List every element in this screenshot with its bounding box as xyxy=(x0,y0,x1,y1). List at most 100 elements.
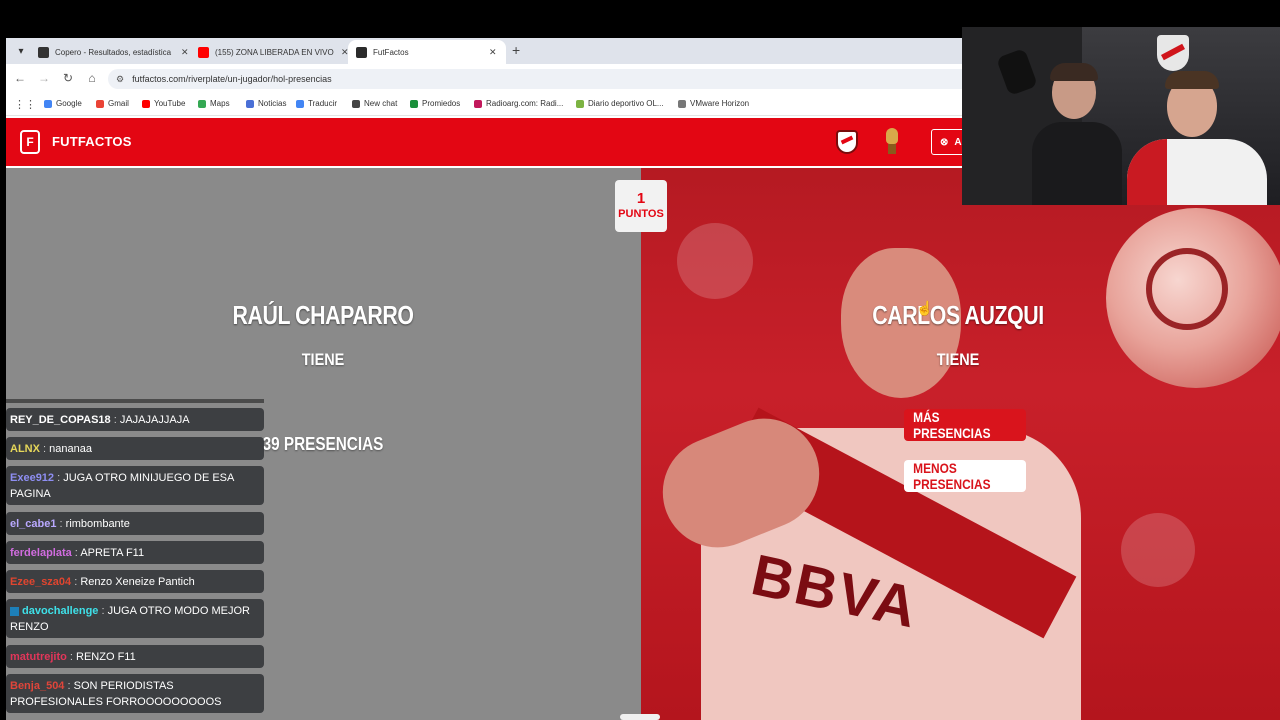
right-player-panel: BBVA CARLOS AUZQUI TIENE MÁS PRESENCIAS … xyxy=(641,168,1280,720)
bookmark-label: Promiedos xyxy=(422,99,461,108)
river-flag-icon xyxy=(1157,35,1189,71)
screen: ▾ Copero - Resultados, estadística ✕ (15… xyxy=(0,0,1280,720)
bookmark-new-chat[interactable]: New chat xyxy=(352,99,397,108)
chat-text: RENZO F11 xyxy=(76,651,136,663)
left-player-verb: TIENE xyxy=(301,350,345,369)
chat-icon xyxy=(352,99,360,108)
trophy-icon[interactable] xyxy=(886,128,898,156)
bookmark-maps[interactable]: Maps xyxy=(198,99,230,108)
youtube-favicon-icon xyxy=(198,46,209,58)
chat-message: el_cabe1 : rimbombante xyxy=(6,512,264,535)
youtube-icon xyxy=(142,99,150,108)
address-bar[interactable]: ⚙ futfactos.com/riverplate/un-jugador/ho… xyxy=(108,69,1008,89)
vmware-icon xyxy=(678,99,686,108)
new-tab-icon[interactable]: + xyxy=(512,42,520,58)
stream-chat: REY_DE_COPAS18 : JAJAJAJJAJA ALNX : nana… xyxy=(6,399,264,720)
bookmark-vmware[interactable]: VMware Horizon xyxy=(678,99,749,108)
tab-title: Copero - Resultados, estadística xyxy=(55,47,172,57)
river-crest-icon[interactable] xyxy=(836,130,858,154)
streamer-left xyxy=(1032,63,1122,205)
chat-message: ALNX : nananaa xyxy=(6,437,264,460)
bookmark-gmail[interactable]: Gmail xyxy=(96,99,129,108)
tab-title: (155) ZONA LIBERADA EN VIVO xyxy=(215,47,334,57)
close-tab-icon[interactable]: ✕ xyxy=(181,47,189,58)
reload-icon[interactable]: ↻ xyxy=(60,71,76,85)
bookmark-label: YouTube xyxy=(154,99,186,108)
chat-username: ALNX xyxy=(10,443,40,455)
more-appearances-button[interactable]: MÁS PRESENCIAS xyxy=(904,409,1026,441)
chat-message: davochallenge : JUGA OTRO MODO MEJOR REN… xyxy=(6,599,264,638)
futfactos-logo-icon[interactable]: F xyxy=(20,130,40,154)
tab-futfactos[interactable]: FutFactos ✕ xyxy=(348,40,506,64)
points-value: 1 xyxy=(636,190,646,207)
account-label: A xyxy=(954,136,962,148)
chat-text: Renzo Xeneize Pantich xyxy=(80,576,195,588)
points-label: PUNTOS xyxy=(618,208,664,220)
bookmark-noticias[interactable]: Noticias xyxy=(246,99,286,108)
chat-message: Ezee_sza04 : Renzo Xeneize Pantich xyxy=(6,570,264,593)
badge-icon xyxy=(10,606,19,616)
tab-youtube[interactable]: (155) ZONA LIBERADA EN VIVO ✕ xyxy=(190,40,357,64)
fewer-appearances-button[interactable]: MENOS PRESENCIAS xyxy=(904,460,1026,492)
chat-text: nananaa xyxy=(49,443,92,455)
forward-icon[interactable]: → xyxy=(36,71,52,85)
chat-message: REY_DE_COPAS18 : JAJAJAJJAJA xyxy=(6,408,264,431)
bookmark-promiedos[interactable]: Promiedos xyxy=(410,99,460,108)
chat-message: Exee912 : JUGA OTRO MINIJUEGO DE ESA PAG… xyxy=(6,466,264,505)
chat-message: Benja_504 : SON PERIODISTAS PROFESIONALE… xyxy=(6,674,264,713)
points-badge: 1 PUNTOS xyxy=(615,180,667,232)
site-logo-text[interactable]: FUTFACTOS xyxy=(52,134,132,149)
tab-title: FutFactos xyxy=(373,47,409,57)
bookmark-radioarg[interactable]: Radioarg.com: Radi... xyxy=(474,99,563,108)
bookmark-label: Radioarg.com: Radi... xyxy=(486,99,564,108)
back-icon[interactable]: ← xyxy=(12,71,28,85)
maps-icon xyxy=(198,99,206,108)
bookmark-label: VMware Horizon xyxy=(690,99,750,108)
bookmark-label: Maps xyxy=(210,99,230,108)
user-icon: ⊗ xyxy=(940,136,949,148)
site-info-icon[interactable]: ⚙ xyxy=(116,74,124,85)
bookmark-label: Diario deportivo OL... xyxy=(588,99,664,108)
futfactos-favicon-icon xyxy=(356,46,367,58)
chat-username: Benja_504 xyxy=(10,680,65,692)
tab-search-icon[interactable]: ▾ xyxy=(12,42,30,60)
chat-username: ferdelaplata xyxy=(10,547,72,559)
apps-grid-icon[interactable]: ⋮⋮ xyxy=(14,98,36,111)
bookmark-label: New chat xyxy=(364,99,398,108)
mouse-cursor-icon: ☝ xyxy=(916,300,934,316)
chat-username: Ezee_sza04 xyxy=(10,576,72,588)
bookmark-youtube[interactable]: YouTube xyxy=(142,99,185,108)
google-icon xyxy=(44,99,52,108)
translate-icon xyxy=(296,99,304,108)
scroll-indicator xyxy=(620,714,660,720)
url-text: futfactos.com/riverplate/un-jugador/hol-… xyxy=(132,74,332,84)
chat-text: APRETA F11 xyxy=(80,547,145,559)
copero-favicon-icon xyxy=(38,46,49,58)
bookmark-ole[interactable]: Diario deportivo OL... xyxy=(576,99,664,108)
bokeh-light xyxy=(1121,513,1195,587)
right-player-verb: TIENE xyxy=(936,350,980,369)
webcam-overlay xyxy=(962,27,1280,205)
chat-username: matutrejito xyxy=(10,651,67,663)
tab-copero[interactable]: Copero - Resultados, estadística ✕ xyxy=(30,40,197,64)
bookmark-label: Gmail xyxy=(108,99,129,108)
close-tab-icon[interactable]: ✕ xyxy=(489,47,497,58)
left-player-name: RAÚL CHAPARRO xyxy=(232,300,414,330)
chat-username: REY_DE_COPAS18 xyxy=(10,414,111,426)
less-button-label: MENOS PRESENCIAS xyxy=(913,460,991,492)
right-player-name: CARLOS AUZQUI xyxy=(872,300,1044,330)
chat-username: Exee912 xyxy=(10,472,55,484)
promiedos-icon xyxy=(410,99,418,108)
chat-message: ferdelaplata : APRETA F11 xyxy=(6,541,264,564)
football-image xyxy=(1106,208,1280,388)
bookmark-label: Google xyxy=(56,99,82,108)
bookmark-label: Noticias xyxy=(258,99,287,108)
gmail-icon xyxy=(96,99,104,108)
chat-top-border xyxy=(6,399,264,403)
bookmark-traducir[interactable]: Traducir xyxy=(296,99,337,108)
chat-username: el_cabe1 xyxy=(10,518,57,530)
home-icon[interactable]: ⌂ xyxy=(84,71,100,85)
streamer-right xyxy=(1127,71,1267,205)
bookmark-google[interactable]: Google xyxy=(44,99,82,108)
chat-text: rimbombante xyxy=(65,518,130,530)
